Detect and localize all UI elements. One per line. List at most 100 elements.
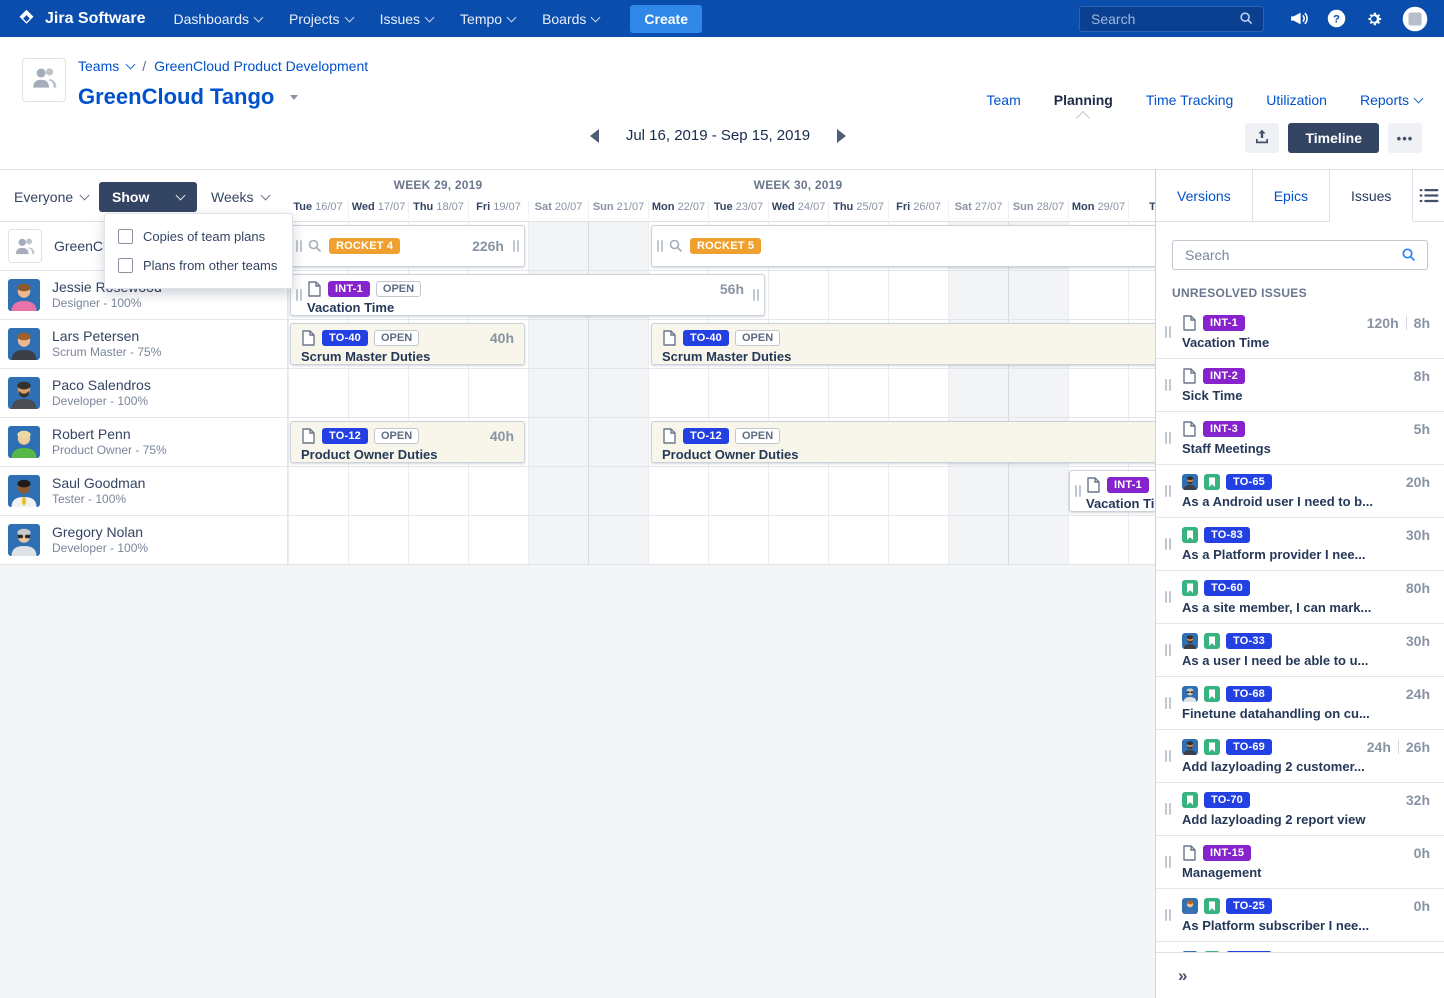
issue-list-item[interactable]: TO-6924h26hAdd lazyloading 2 customer... [1156, 730, 1444, 783]
show-menu-item[interactable]: Copies of team plans [105, 222, 292, 251]
show-dropdown-button[interactable]: Show [99, 182, 197, 212]
more-options-button[interactable]: ••• [1388, 123, 1422, 153]
issue-list-item[interactable]: TO-6824hFinetune datahandling on cu... [1156, 677, 1444, 730]
everyone-dropdown[interactable]: Everyone [14, 183, 88, 210]
issue-list-item[interactable]: INT-35hStaff Meetings [1156, 412, 1444, 465]
breadcrumb-teams[interactable]: Teams [78, 58, 119, 74]
issue-search[interactable] [1172, 240, 1428, 270]
export-button[interactable] [1245, 123, 1279, 153]
drag-handle[interactable] [296, 240, 302, 252]
issue-list-item[interactable]: TO-7032hAdd lazyloading 2 report view [1156, 783, 1444, 836]
sidebar-tab-issues[interactable]: Issues [1330, 170, 1413, 221]
drag-handle[interactable] [1165, 432, 1171, 444]
checkbox[interactable] [118, 229, 133, 244]
weeks-dropdown[interactable]: Weeks [211, 183, 269, 210]
team-member-row[interactable]: Gregory NolanDeveloper - 100% [0, 516, 287, 565]
issue-list-item[interactable]: TO-6520hAs a Android user I need to b... [1156, 465, 1444, 518]
nav-menu-tempo[interactable]: Tempo [460, 11, 515, 27]
breadcrumb-project[interactable]: GreenCloud Product Development [154, 58, 368, 74]
drag-handle[interactable] [1165, 538, 1171, 550]
plan-item-bar[interactable]: ROCKET 5 [651, 225, 1155, 267]
team-member-row[interactable]: Lars PetersenScrum Master - 75% [0, 320, 287, 369]
drag-handle[interactable] [1165, 803, 1171, 815]
announcements-icon[interactable] [1289, 10, 1308, 27]
nav-menu-issues[interactable]: Issues [380, 11, 433, 27]
issue-bar[interactable]: INT-1OPEN56hVacation Time [290, 274, 765, 316]
settings-gear-icon[interactable] [1365, 10, 1383, 28]
next-period-icon[interactable] [837, 129, 846, 143]
bar-hours: 226h [472, 238, 504, 254]
issue-search-input[interactable] [1183, 246, 1393, 264]
tab-reports[interactable]: Reports [1360, 92, 1422, 108]
nav-menu-projects[interactable]: Projects [289, 11, 353, 27]
drag-handle[interactable] [1165, 379, 1171, 391]
day-date: 22/07 [678, 201, 706, 213]
svg-text:?: ? [1333, 14, 1340, 26]
team-avatar[interactable] [22, 58, 66, 102]
drag-handle[interactable] [1165, 485, 1171, 497]
checkbox[interactable] [118, 258, 133, 273]
list-view-button[interactable] [1413, 170, 1444, 221]
drag-handle[interactable] [513, 240, 519, 252]
tab-time-tracking[interactable]: Time Tracking [1146, 92, 1233, 108]
title-caret-icon[interactable] [290, 95, 298, 100]
drag-handle[interactable] [1165, 750, 1171, 762]
team-member-row[interactable]: Saul GoodmanTester - 100% [0, 467, 287, 516]
user-avatar[interactable] [1402, 6, 1428, 32]
tab-utilization[interactable]: Utilization [1266, 92, 1327, 108]
help-icon[interactable]: ? [1327, 9, 1346, 28]
sidebar-tab-versions[interactable]: Versions [1156, 170, 1253, 221]
prev-period-icon[interactable] [590, 129, 599, 143]
issue-bar[interactable]: INT-1OPENVacation Time [1069, 470, 1155, 512]
drag-handle[interactable] [753, 289, 759, 301]
global-search[interactable] [1079, 6, 1264, 32]
issue-list-item[interactable]: INT-150hManagement [1156, 836, 1444, 889]
drag-handle[interactable] [1165, 644, 1171, 656]
issue-list-item[interactable]: TO-6080hAs a site member, I can mark... [1156, 571, 1444, 624]
timeline-button[interactable]: Timeline [1288, 123, 1379, 153]
plan-item-bar[interactable]: ROCKET 4226h [290, 225, 525, 267]
issue-list-item[interactable]: TO-8330hAs a Platform provider I nee... [1156, 518, 1444, 571]
issue-key-badge: TO-65 [1226, 474, 1272, 490]
issue-bar[interactable]: TO-40OPENScrum Master Duties [651, 323, 1155, 365]
tab-team[interactable]: Team [987, 92, 1021, 108]
hours-value: 20h [1406, 474, 1430, 490]
tab-planning[interactable]: Planning [1054, 92, 1113, 108]
issue-list-item[interactable]: INT-28hSick Time [1156, 359, 1444, 412]
global-search-input[interactable] [1089, 10, 1239, 28]
bar-title: Vacation Time [1086, 495, 1155, 512]
issue-title: Add lazyloading 2 customer... [1182, 759, 1430, 774]
nav-menu-label: Tempo [460, 11, 502, 27]
collapse-sidebar-button[interactable]: » [1178, 966, 1187, 986]
drag-handle[interactable] [1165, 856, 1171, 868]
create-button[interactable]: Create [630, 5, 702, 33]
issue-list-item[interactable]: TO-3330hAs a user I need be able to u... [1156, 624, 1444, 677]
chevron-down-icon [80, 190, 90, 200]
drag-handle[interactable] [1165, 591, 1171, 603]
drag-handle[interactable] [1075, 485, 1081, 497]
nav-menu-dashboards[interactable]: Dashboards [173, 11, 262, 27]
issue-bar[interactable]: TO-12OPEN40hProduct Owner Duties [290, 421, 525, 463]
drag-handle[interactable] [1165, 326, 1171, 338]
sidebar-tab-epics[interactable]: Epics [1253, 170, 1330, 221]
drag-handle[interactable] [296, 289, 302, 301]
issue-list-item[interactable]: INT-1120h8hVacation Time [1156, 306, 1444, 359]
drag-handle[interactable] [1165, 697, 1171, 709]
nav-menu-boards[interactable]: Boards [542, 11, 599, 27]
issue-list-item[interactable]: TO-250hAs Platform subscriber I nee... [1156, 889, 1444, 942]
drag-handle[interactable] [657, 240, 663, 252]
drag-handle[interactable] [1165, 909, 1171, 921]
issue-hours: 120h8h [1367, 315, 1430, 331]
issue-bar[interactable]: TO-12OPENProduct Owner Duties [651, 421, 1155, 463]
team-member-row[interactable]: Paco SalendrosDeveloper - 100% [0, 369, 287, 418]
issue-list-item[interactable]: TO-9864h [1156, 942, 1444, 952]
day-name: Thu [413, 201, 433, 213]
breadcrumb-separator: / [142, 58, 146, 74]
team-member-row[interactable]: Robert PennProduct Owner - 75% [0, 418, 287, 467]
tab-label: Reports [1360, 92, 1409, 108]
jira-logo[interactable]: Jira Software [16, 8, 145, 29]
member-info: Gregory NolanDeveloper - 100% [52, 524, 148, 556]
show-menu-item[interactable]: Plans from other teams [105, 251, 292, 280]
member-info: Saul GoodmanTester - 100% [52, 475, 145, 507]
issue-bar[interactable]: TO-40OPEN40hScrum Master Duties [290, 323, 525, 365]
